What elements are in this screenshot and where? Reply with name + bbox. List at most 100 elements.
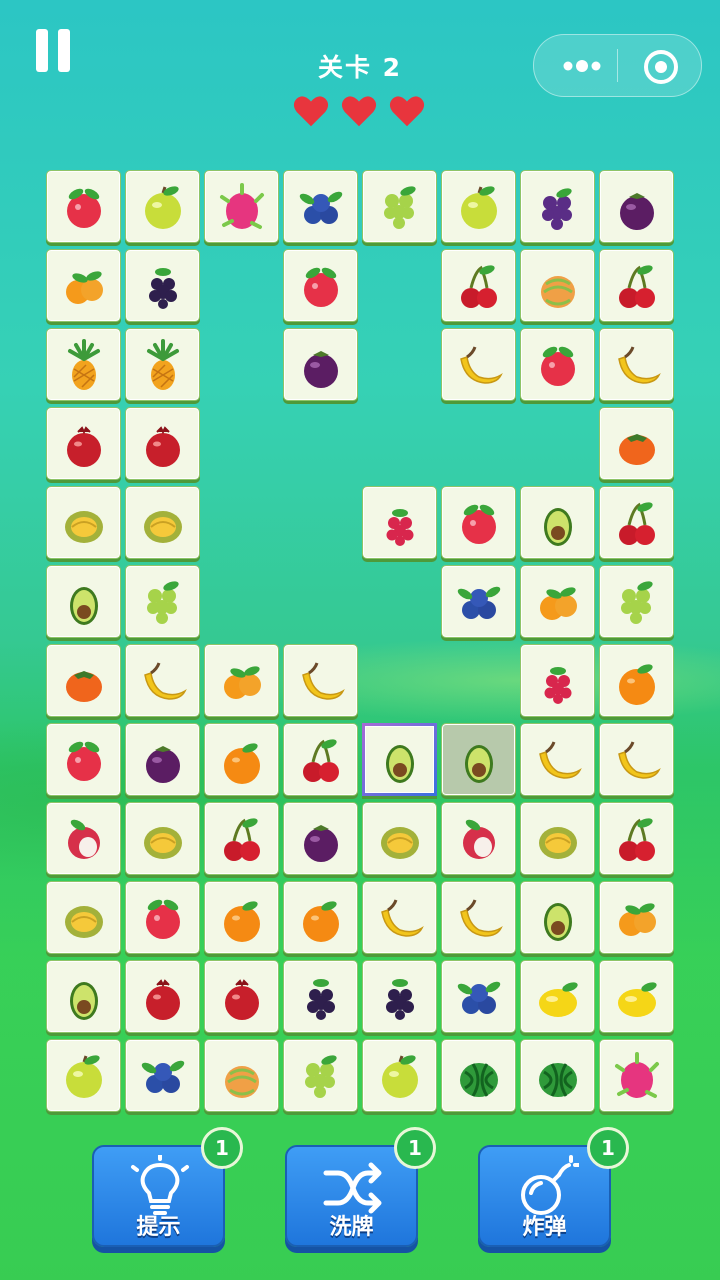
tile-avocado[interactable] [520,881,595,954]
tile-banana[interactable] [125,644,200,717]
shuffle-label: 洗牌 [329,1215,374,1240]
tile-durian[interactable] [362,802,437,875]
tile-apple_red[interactable] [441,486,516,559]
tile-avocado[interactable] [520,486,595,559]
tile-avocado[interactable] [46,960,121,1033]
grape-green-icon [146,580,179,624]
tile-orange_small[interactable] [46,249,121,322]
tile-durian[interactable] [125,486,200,559]
tile-lemon[interactable] [599,960,674,1033]
tile-apple_red[interactable] [46,723,121,796]
tile-banana[interactable] [520,723,595,796]
tile-banana[interactable] [441,328,516,401]
tile-raspberry[interactable] [362,486,437,559]
avocado-icon [543,902,572,941]
tile-blueberry[interactable] [441,960,516,1033]
tile-orange_small[interactable] [520,565,595,638]
hint-button[interactable]: 提示 1 [92,1127,243,1247]
pomegranate-icon [224,978,259,1020]
tile-durian[interactable] [46,881,121,954]
tile-grape_green[interactable] [283,1039,358,1112]
tile-banana[interactable] [599,723,674,796]
tile-cherry[interactable] [599,486,674,559]
mangosteen-icon [145,745,180,783]
cherry-icon [223,817,260,861]
apple-green-icon [144,185,181,229]
tile-blueberry[interactable] [441,565,516,638]
durian-icon [538,826,577,859]
tile-apple_red[interactable] [520,328,595,401]
tile-avocado[interactable] [46,565,121,638]
tile-apple_green[interactable] [362,1039,437,1112]
tile-orange_small[interactable] [599,881,674,954]
tile-pomegranate[interactable] [125,407,200,480]
tile-grape_purple[interactable] [520,170,595,243]
tile-pomegranate[interactable] [125,960,200,1033]
tile-banana[interactable] [283,644,358,717]
tile-avocado[interactable] [362,723,437,796]
tile-durian[interactable] [520,802,595,875]
tile-pineapple[interactable] [46,328,121,401]
melon-icon [224,1065,259,1098]
shuffle-button[interactable]: 洗牌 1 [285,1127,436,1247]
tile-orange[interactable] [204,723,279,796]
tile-dragonfruit[interactable] [599,1039,674,1112]
tile-cherry[interactable] [204,802,279,875]
mangosteen-icon [303,350,338,388]
tile-mangosteen[interactable] [283,802,358,875]
tile-apple_red[interactable] [46,170,121,243]
tile-durian[interactable] [125,802,200,875]
tile-grape_green[interactable] [362,170,437,243]
tile-orange_small[interactable] [204,644,279,717]
mangosteen-icon [619,192,654,230]
tile-raspberry[interactable] [520,644,595,717]
durian-icon [64,905,103,938]
tile-apple_green[interactable] [46,1039,121,1112]
tile-mangosteen[interactable] [599,170,674,243]
tile-apple_green[interactable] [125,170,200,243]
tile-apple_red[interactable] [283,249,358,322]
tile-apple_red[interactable] [125,881,200,954]
tile-banana[interactable] [599,328,674,401]
tile-cherry[interactable] [599,249,674,322]
tile-pomegranate[interactable] [204,960,279,1033]
tile-blackberry[interactable] [362,960,437,1033]
tile-watermelon[interactable] [441,1039,516,1112]
tile-cherry[interactable] [283,723,358,796]
avocado-icon [543,507,572,546]
tile-mangosteen[interactable] [283,328,358,401]
tile-orange[interactable] [283,881,358,954]
bomb-button[interactable]: 炸弹 1 [478,1127,629,1247]
orange-icon [618,663,655,705]
tile-lemon[interactable] [520,960,595,1033]
tile-blackberry[interactable] [125,249,200,322]
tile-dragonfruit[interactable] [204,170,279,243]
tile-melon[interactable] [520,249,595,322]
tile-cherry[interactable] [441,249,516,322]
tile-blackberry[interactable] [283,960,358,1033]
lemon-icon [538,981,578,1017]
tile-cherry[interactable] [599,802,674,875]
tile-banana[interactable] [362,881,437,954]
tile-avocado[interactable] [441,723,516,796]
tile-banana[interactable] [441,881,516,954]
tile-mangosteen[interactable] [125,723,200,796]
tile-blueberry[interactable] [125,1039,200,1112]
tile-persimmon[interactable] [46,644,121,717]
tile-persimmon[interactable] [599,407,674,480]
tile-lychee[interactable] [441,802,516,875]
tile-melon[interactable] [204,1039,279,1112]
tile-apple_green[interactable] [441,170,516,243]
tile-watermelon[interactable] [520,1039,595,1112]
tile-lychee[interactable] [46,802,121,875]
avocado-icon [69,981,98,1020]
tile-pomegranate[interactable] [46,407,121,480]
tile-grape_green[interactable] [599,565,674,638]
tile-orange[interactable] [204,881,279,954]
blackberry-icon [148,267,177,309]
tile-grape_green[interactable] [125,565,200,638]
tile-pineapple[interactable] [125,328,200,401]
tile-durian[interactable] [46,486,121,559]
tile-blueberry[interactable] [283,170,358,243]
tile-orange[interactable] [599,644,674,717]
